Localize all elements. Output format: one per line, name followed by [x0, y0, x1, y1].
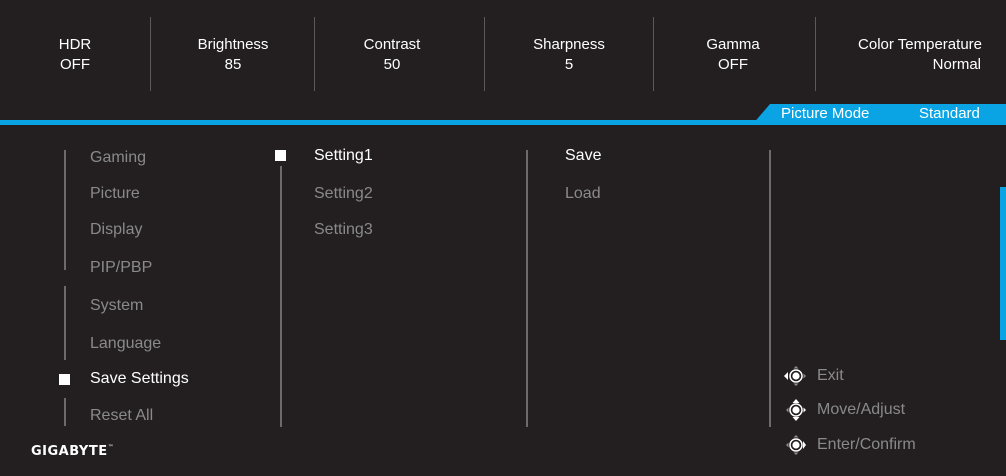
status-divider — [653, 17, 654, 91]
status-brightness-value: 85 — [224, 56, 242, 73]
selection-marker — [59, 374, 70, 385]
status-divider — [815, 17, 816, 91]
status-contrast-value: 50 — [383, 56, 401, 73]
status-hdr-name: HDR — [58, 36, 92, 53]
menu-item-picture[interactable]: Picture — [90, 184, 140, 204]
trademark-mark: ™ — [107, 444, 115, 451]
selection-marker — [275, 150, 286, 161]
hint-column-line — [769, 150, 771, 427]
status-divider — [150, 17, 151, 91]
main-menu-line — [64, 398, 66, 426]
scrollbar[interactable] — [1000, 187, 1006, 340]
status-gamma: Gamma OFF — [700, 35, 766, 75]
settings-menu-line — [280, 166, 282, 427]
joystick-press-icon — [786, 435, 806, 455]
monitor-osd: HDR OFF Brightness 85 Contrast 50 Sharpn… — [0, 0, 1006, 476]
main-menu-line — [64, 150, 66, 270]
status-contrast-name: Contrast — [363, 36, 421, 53]
status-color-temperature-value: Normal — [932, 56, 981, 73]
joystick-move-icon — [786, 399, 806, 421]
gigabyte-logo: GIGABYTE™ — [31, 444, 114, 459]
status-brightness: Brightness 85 — [188, 35, 278, 75]
menu-item-language[interactable]: Language — [90, 334, 161, 354]
menu-item-setting2[interactable]: Setting2 — [314, 184, 373, 204]
picture-mode-label: Picture Mode — [781, 105, 870, 122]
hint-move-adjust-label: Move/Adjust — [817, 401, 906, 418]
hint-exit-label: Exit — [817, 367, 844, 384]
status-gamma-value: OFF — [718, 56, 748, 73]
status-contrast: Contrast 50 — [356, 35, 428, 75]
status-gamma-name: Gamma — [706, 36, 760, 53]
menu-item-gaming[interactable]: Gaming — [90, 148, 146, 168]
status-divider — [484, 17, 485, 91]
hint-enter-confirm-label: Enter/Confirm — [817, 436, 916, 453]
menu-item-load[interactable]: Load — [565, 184, 601, 204]
status-hdr-value: OFF — [60, 56, 90, 73]
status-sharpness-value: 5 — [564, 56, 574, 73]
picture-mode-value: Standard — [919, 105, 980, 122]
menu-item-setting1[interactable]: Setting1 — [314, 146, 373, 166]
status-divider — [314, 17, 315, 91]
menu-item-display[interactable]: Display — [90, 220, 142, 240]
menu-item-system[interactable]: System — [90, 296, 143, 316]
status-brightness-name: Brightness — [197, 36, 269, 53]
status-color-temperature-name: Color Temperature — [858, 36, 982, 53]
status-hdr: HDR OFF — [52, 35, 98, 75]
menu-item-pip-pbp[interactable]: PIP/PBP — [90, 258, 152, 278]
status-sharpness-name: Sharpness — [533, 36, 605, 53]
menu-item-setting3[interactable]: Setting3 — [314, 220, 373, 240]
joystick-left-icon — [784, 366, 806, 386]
main-menu-line — [64, 286, 66, 360]
brand-text: GIGABYTE — [31, 444, 108, 459]
menu-item-save[interactable]: Save — [565, 146, 601, 166]
status-color-temperature: Color Temperature Normal — [842, 35, 982, 75]
menu-item-reset-all[interactable]: Reset All — [90, 406, 153, 426]
action-menu-line — [526, 150, 528, 427]
menu-item-save-settings[interactable]: Save Settings — [90, 369, 189, 389]
status-sharpness: Sharpness 5 — [526, 35, 612, 75]
